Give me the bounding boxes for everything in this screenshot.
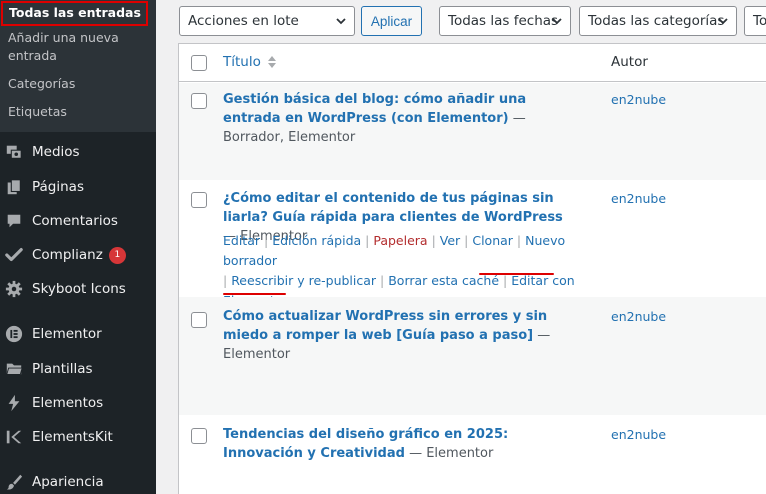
- menu-label: Elementor: [32, 326, 102, 342]
- menu-item-appearance[interactable]: Apariencia: [0, 465, 156, 494]
- quick-edit-link[interactable]: Edición rápida: [272, 233, 361, 248]
- post-title-link[interactable]: ¿Cómo editar el contenido de tus páginas…: [223, 191, 563, 225]
- posts-table: Título Autor Gestión básica del blog: có…: [178, 43, 766, 494]
- date-filter-select[interactable]: Todas las fechas: [439, 6, 571, 36]
- menu-item-skyboot-icons[interactable]: Skyboot Icons: [0, 272, 156, 306]
- menu-label: Páginas: [32, 179, 84, 195]
- menu-label: ElementsKit: [32, 429, 113, 445]
- category-filter-select[interactable]: Todas las categorías: [579, 6, 737, 36]
- menu-item-elements[interactable]: Elementos: [0, 386, 156, 420]
- menu-label: Elementos: [32, 395, 104, 411]
- menu-item-pages[interactable]: Páginas: [0, 170, 156, 204]
- posts-submenu: Todas las entradas Añadir una nueva entr…: [0, 0, 156, 132]
- menu-item-elementor[interactable]: Elementor: [0, 317, 156, 351]
- row-title-cell: Tendencias del diseño gráfico en 2025: I…: [223, 425, 573, 463]
- clear-cache-link[interactable]: Borrar esta caché: [388, 273, 499, 288]
- submenu-categories[interactable]: Categorías: [0, 69, 156, 97]
- row-checkbox[interactable]: [191, 312, 207, 328]
- menu-item-media[interactable]: Medios: [0, 135, 156, 169]
- select-all-checkbox[interactable]: [191, 55, 207, 71]
- comments-icon: [4, 211, 24, 231]
- table-row: Gestión básica del blog: cómo añadir una…: [179, 83, 766, 180]
- extra-filter-select[interactable]: To: [744, 6, 766, 36]
- sort-icon: [267, 56, 276, 68]
- table-header: Título Autor: [179, 44, 766, 82]
- post-author-link[interactable]: en2nube: [611, 309, 666, 324]
- title-column-label: Título: [223, 54, 261, 70]
- menu-item-templates[interactable]: Plantillas: [0, 352, 156, 386]
- row-checkbox[interactable]: [191, 93, 207, 109]
- check-icon: [4, 245, 24, 265]
- view-link[interactable]: Ver: [440, 233, 460, 248]
- author-column-header: Autor: [611, 54, 648, 70]
- menu-label: Complianz: [32, 247, 103, 263]
- admin-sidebar: Todas las entradas Añadir una nueva entr…: [0, 0, 156, 494]
- row-checkbox[interactable]: [191, 428, 207, 444]
- row-title-cell: Cómo actualizar WordPress sin errores y …: [223, 307, 573, 364]
- bulk-actions-select[interactable]: Acciones en lote: [179, 6, 355, 36]
- title-column-header[interactable]: Título: [223, 54, 278, 70]
- submenu-tags[interactable]: Etiquetas: [0, 97, 156, 125]
- post-state: — Elementor: [404, 446, 494, 461]
- elementor-icon: [4, 324, 24, 344]
- submenu-add-new-post[interactable]: Añadir una nueva entrada: [0, 28, 156, 69]
- post-title-link[interactable]: Gestión básica del blog: cómo añadir una…: [223, 92, 526, 126]
- menu-label: Apariencia: [32, 474, 104, 490]
- post-title-link[interactable]: Cómo actualizar WordPress sin errores y …: [223, 309, 547, 343]
- bolt-icon: [4, 393, 24, 413]
- menu-label: Skyboot Icons: [32, 281, 126, 297]
- post-author-link[interactable]: en2nube: [611, 427, 666, 442]
- post-author-link[interactable]: en2nube: [611, 191, 666, 206]
- extra-filter-value: To: [753, 13, 766, 29]
- trash-link[interactable]: Papelera: [373, 233, 427, 248]
- pages-icon: [4, 177, 24, 197]
- menu-label: Medios: [32, 144, 80, 160]
- chevron-down-icon: [718, 18, 728, 25]
- chevron-down-icon: [552, 18, 562, 25]
- table-row: ¿Cómo editar el contenido de tus páginas…: [179, 180, 766, 308]
- brush-icon: [4, 472, 24, 492]
- submenu-all-posts[interactable]: Todas las entradas: [1, 1, 148, 26]
- notification-badge: 1: [108, 246, 126, 264]
- edit-link[interactable]: Editar: [223, 233, 260, 248]
- date-filter-value: Todas las fechas: [448, 13, 559, 29]
- row-title-cell: Gestión básica del blog: cómo añadir una…: [223, 90, 573, 147]
- menu-item-complianz[interactable]: Complianz 1: [0, 238, 156, 272]
- clone-link[interactable]: Clonar: [472, 233, 513, 248]
- apply-button[interactable]: Aplicar: [361, 6, 422, 36]
- rewrite-republish-link[interactable]: Reescribir y re-publicar: [231, 273, 376, 288]
- highlight-underline: [479, 273, 554, 275]
- highlight-underline: [223, 293, 286, 295]
- chevron-down-icon: [336, 18, 346, 25]
- gear-icon: [4, 279, 24, 299]
- media-icon: [4, 142, 24, 162]
- table-row: Tendencias del diseño gráfico en 2025: I…: [179, 415, 766, 494]
- ek-icon: [4, 427, 24, 447]
- table-row: Cómo actualizar WordPress sin errores y …: [179, 297, 766, 415]
- post-author-link[interactable]: en2nube: [611, 92, 666, 107]
- menu-item-elementskit[interactable]: ElementsKit: [0, 420, 156, 454]
- menu-item-comments[interactable]: Comentarios: [0, 204, 156, 238]
- menu-label: Comentarios: [32, 213, 118, 229]
- category-filter-value: Todas las categorías: [588, 13, 725, 29]
- folder-icon: [4, 359, 24, 379]
- menu-label: Plantillas: [32, 361, 93, 377]
- bulk-actions-value: Acciones en lote: [188, 13, 299, 29]
- row-checkbox[interactable]: [191, 192, 207, 208]
